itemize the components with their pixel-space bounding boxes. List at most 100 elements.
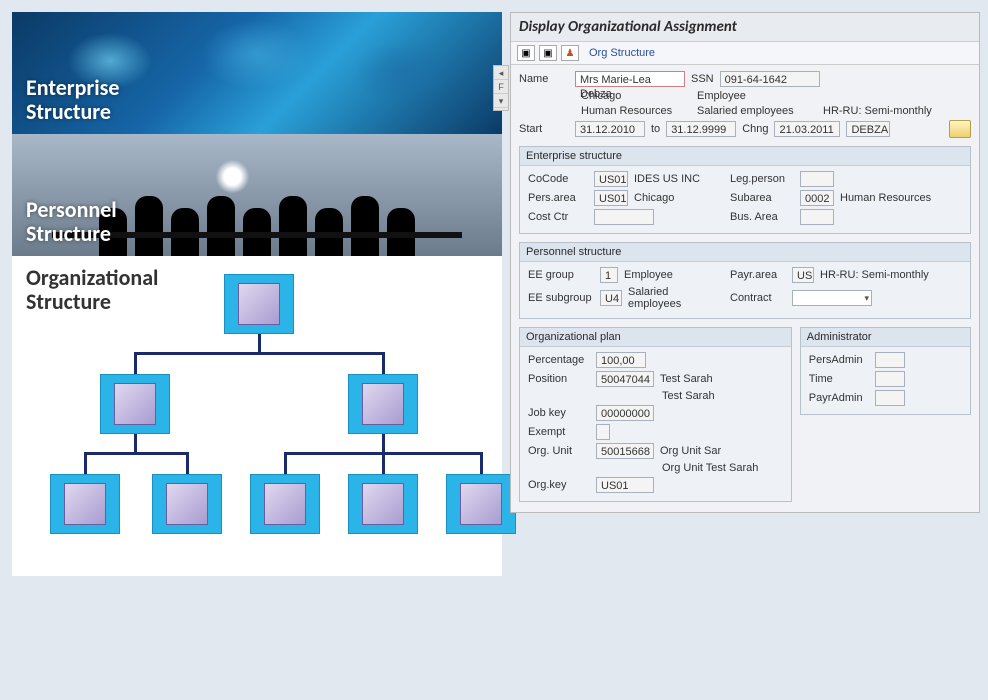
busarea-field[interactable] [800,209,834,225]
chng-user-field: DEBZA [846,121,890,137]
eegroup-field[interactable]: 1 [600,267,618,283]
eesubgroup-label: EE subgroup [528,292,594,304]
orgunit-text1: Org Unit Sar [660,445,721,457]
personnel-structure-label: Personnel Structure [26,198,117,246]
persadmin-field[interactable] [875,352,905,368]
orgkey-label: Org.key [528,479,590,491]
cocode-field[interactable]: US01 [594,171,628,187]
position-label: Position [528,373,590,385]
org-node-root [224,274,294,334]
payradmin-field[interactable] [875,390,905,406]
role-text: Employee [697,90,746,102]
contract-label: Contract [730,292,786,304]
side-toolbar: ◂ F ▾ [493,65,509,111]
personnel-structure-band: Personnel Structure [12,134,502,256]
payrarea-label: Payr.area [730,269,786,281]
exempt-field[interactable] [596,424,610,440]
eesubgroup-field[interactable]: U4 [600,290,622,306]
side-find-icon[interactable]: F [494,80,508,94]
persadmin-label: PersAdmin [809,354,869,366]
city-text: Chicago [581,90,691,102]
toolbar-icon-2[interactable]: ▣ [539,45,557,61]
overview-button[interactable] [949,120,971,138]
enterprise-structure-label: Enterprise Structure [26,76,119,124]
name-label: Name [519,73,569,85]
percentage-label: Percentage [528,354,590,366]
orgunit-field[interactable]: 50015668 [596,443,654,459]
start-label: Start [519,123,569,135]
costctr-label: Cost Ctr [528,211,588,223]
administrator-title: Administrator [801,328,970,347]
payrarea-text: HR-RU: Semi-monthly [820,269,929,281]
payradmin-label: PayrAdmin [809,392,869,404]
org-node [348,374,418,434]
exempt-label: Exempt [528,426,590,438]
position-text1: Test Sarah [660,373,713,385]
enterprise-structure-section: Enterprise structure CoCode US01 IDES US… [519,146,971,234]
time-label: Time [809,373,869,385]
ssn-label: SSN [691,73,714,85]
eesubgroup-text: Salaried employees [628,286,724,310]
orgkey-field[interactable]: US01 [596,477,654,493]
org-node [152,474,222,534]
ssn-field: 091-64-1642 [720,71,820,87]
org-node [250,474,320,534]
persarea-text: Chicago [634,192,724,204]
contract-dropdown[interactable] [792,290,872,306]
percentage-field[interactable]: 100,00 [596,352,646,368]
organizational-plan-title: Organizational plan [520,328,791,347]
chng-label: Chng [742,123,768,135]
org-chart-diagram [12,266,502,576]
organizational-structure-band: Organizational Structure [12,256,502,576]
header-row-name: Name Mrs Marie-Lea Debza SSN 091-64-1642 [519,71,971,87]
costctr-field[interactable] [594,209,654,225]
name-field[interactable]: Mrs Marie-Lea Debza [575,71,685,87]
payroll-area-text: HR-RU: Semi-monthly [823,105,932,117]
time-field[interactable] [875,371,905,387]
page-title: Display Organizational Assignment [511,13,979,42]
header-row-dates: Start 31.12.2010 to 31.12.9999 Chng 21.0… [519,120,971,138]
cocode-text: IDES US INC [634,173,724,185]
side-down-icon[interactable]: ▾ [494,94,508,108]
eegroup-label: EE group [528,269,594,281]
dept-text: Human Resources [581,105,691,117]
sap-screen: Display Organizational Assignment ▣ ▣ ♟ … [510,12,980,513]
toolbar: ▣ ▣ ♟ Org Structure [511,42,979,65]
org-structure-link[interactable]: Org Structure [589,47,655,59]
personnel-structure-title: Personnel structure [520,243,970,262]
sap-body: ◂ F ▾ Name Mrs Marie-Lea Debza SSN 091-6… [511,65,979,512]
jobkey-field[interactable]: 00000000 [596,405,654,421]
payroll-type-text: Salaried employees [697,105,817,117]
eegroup-text: Employee [624,269,724,281]
org-node [50,474,120,534]
legperson-field[interactable] [800,171,834,187]
info-graphic-panel: Enterprise Structure Personnel Structure… [12,12,502,576]
cocode-label: CoCode [528,173,588,185]
subarea-label: Subarea [730,192,794,204]
header-row-3: Human Resources Salaried employees HR-RU… [519,105,971,117]
persarea-label: Pers.area [528,192,588,204]
chng-date-field: 21.03.2011 [774,121,840,137]
enterprise-structure-title: Enterprise structure [520,147,970,166]
org-node [348,474,418,534]
position-field[interactable]: 50047044 [596,371,654,387]
orgunit-label: Org. Unit [528,445,590,457]
payrarea-field[interactable]: US [792,267,814,283]
jobkey-label: Job key [528,407,590,419]
enterprise-structure-band: Enterprise Structure [12,12,502,134]
orgunit-text2: Org Unit Test Sarah [662,462,758,474]
position-text2: Test Sarah [662,390,715,402]
busarea-label: Bus. Area [730,211,794,223]
subarea-field[interactable]: 0002 [800,190,834,206]
end-field[interactable]: 31.12.9999 [666,121,736,137]
start-field[interactable]: 31.12.2010 [575,121,645,137]
person-icon[interactable]: ♟ [561,45,579,61]
subarea-text: Human Resources [840,192,931,204]
organizational-plan-section: Organizational plan Percentage 100,00 Po… [519,327,792,502]
legperson-label: Leg.person [730,173,794,185]
org-node [100,374,170,434]
persarea-field[interactable]: US01 [594,190,628,206]
toolbar-icon-1[interactable]: ▣ [517,45,535,61]
side-collapse-icon[interactable]: ◂ [494,66,508,80]
header-row-2: Chicago Employee [519,90,971,102]
